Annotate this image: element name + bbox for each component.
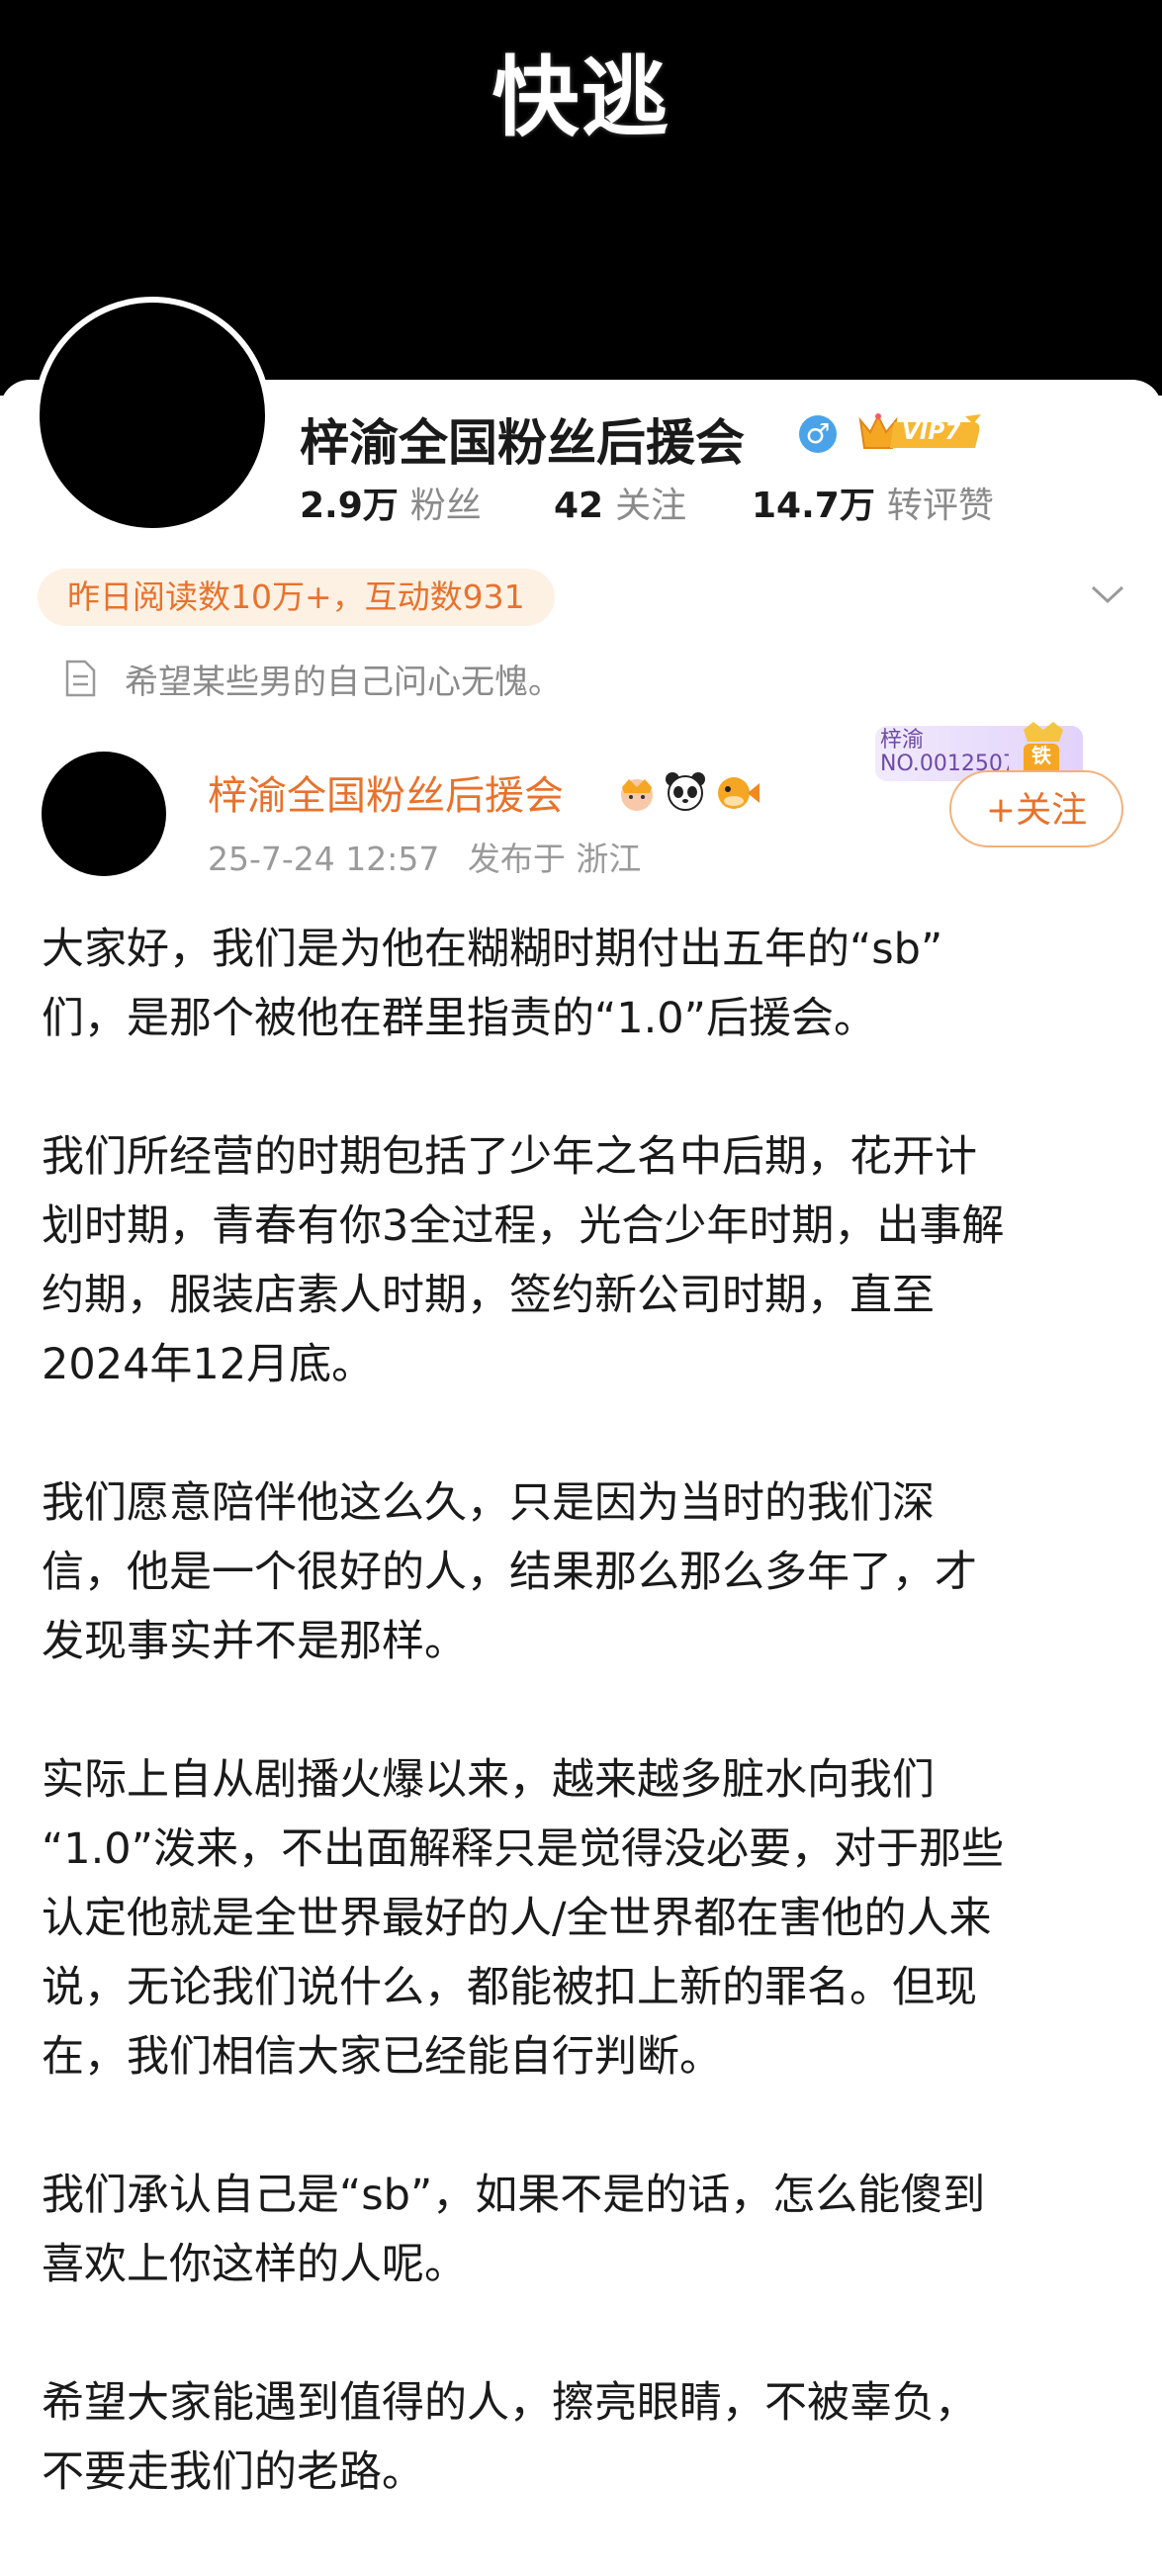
fan-card-name: 梓渝 bbox=[880, 728, 925, 753]
post-timestamp: 25-7-24 12:57 bbox=[208, 840, 440, 878]
post-meta: 25-7-24 12:57 发布于 浙江 bbox=[208, 833, 641, 880]
vip-level-label: VIP7 bbox=[902, 419, 961, 445]
chevron-down-icon[interactable] bbox=[1088, 579, 1127, 609]
post-location: 发布于 浙江 bbox=[467, 840, 642, 878]
document-icon bbox=[65, 660, 96, 697]
following-count: 42 bbox=[554, 486, 604, 526]
panda-icon bbox=[666, 772, 705, 811]
post-author-avatar[interactable] bbox=[42, 752, 166, 876]
post-paragraph: 我们愿意陪伴他这么久，只是因为当时的我们深 信，他是一个很好的人，结果那么那么多… bbox=[42, 1478, 977, 1666]
post-paragraph: 希望大家能遇到值得的人，擦亮眼睛，不被辜负， 不要走我们的老路。 bbox=[42, 2378, 977, 2497]
crown-icon bbox=[621, 779, 653, 811]
interactions-count: 14.7万 bbox=[752, 486, 875, 526]
post-paragraph: 大家好，我们是为他在糊糊时期付出五年的“sb” 们，是那个被他在群里指责的“1.… bbox=[42, 925, 943, 1043]
interactions-label: 转评赞 bbox=[886, 486, 994, 526]
post-content: 大家好，我们是为他在糊糊时期付出五年的“sb” 们，是那个被他在群里指责的“1.… bbox=[42, 915, 1129, 2576]
stat-following[interactable]: 42 关注 bbox=[554, 477, 686, 528]
stat-interactions[interactable]: 14.7万 转评赞 bbox=[752, 477, 994, 528]
post-author-name[interactable]: 梓渝全国粉丝后援会 bbox=[208, 763, 564, 821]
post-paragraph: 实际上自从剧播火爆以来，越来越多脏水向我们 “1.0”泼来，不出面解释只是觉得没… bbox=[42, 1755, 1004, 2082]
pufferfish-icon bbox=[718, 777, 760, 809]
fan-card-tag: 铁 bbox=[1031, 744, 1051, 767]
cover-title: 快逃 bbox=[492, 46, 670, 148]
profile-name: 梓渝全国粉丝后援会 bbox=[300, 414, 745, 472]
post-paragraph: 我们所经营的时期包括了少年之名中后期，花开计 划时期，青春有你3全过程，光合少年… bbox=[42, 1132, 1005, 1389]
fans-count: 2.9万 bbox=[300, 486, 399, 526]
following-label: 关注 bbox=[615, 486, 687, 526]
profile-avatar[interactable] bbox=[34, 297, 271, 534]
post-paragraph: 我们承认自己是“sb”，如果不是的话，怎么能傻到 喜欢上你这样的人呢。 bbox=[42, 2171, 986, 2289]
fans-label: 粉丝 bbox=[409, 486, 482, 526]
daily-stats-pill[interactable]: 昨日阅读数10万+，互动数931 bbox=[38, 569, 555, 626]
male-icon: ♂ bbox=[799, 415, 837, 453]
stat-fans[interactable]: 2.9万 粉丝 bbox=[300, 477, 482, 528]
profile-bio: 希望某些男的自己问心无愧。 bbox=[125, 663, 562, 702]
follow-button[interactable]: +关注 bbox=[949, 770, 1123, 847]
